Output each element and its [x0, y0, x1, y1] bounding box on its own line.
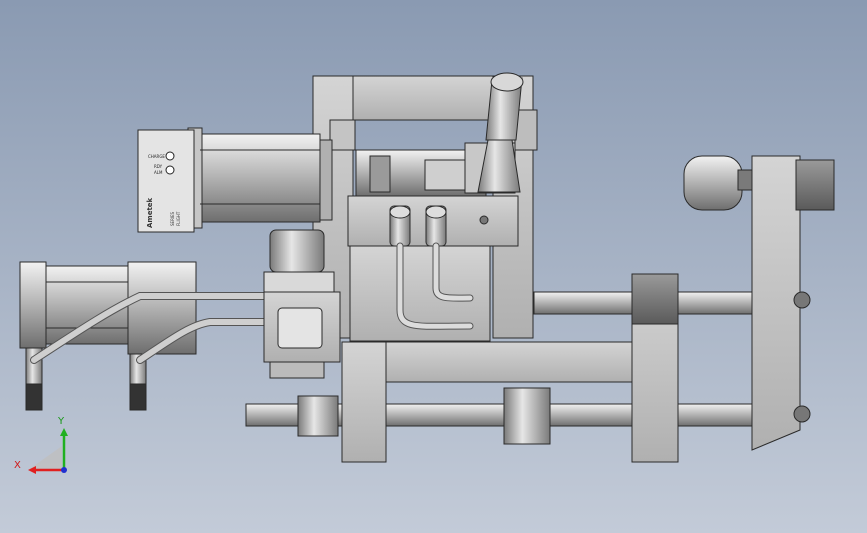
counterweight[interactable] [683, 155, 761, 211]
motor-label-series2: FLIGHT [176, 211, 181, 226]
motor-label-alm: ALM [154, 170, 163, 175]
motor-label-charge: CHARGE [148, 154, 165, 159]
motor-label-series1: SERIES [170, 211, 175, 226]
assembly-model[interactable]: CHARGE RDY ALM Ametek SERIES FLIGHT X Y [0, 0, 867, 533]
shaft-collar[interactable] [297, 395, 339, 437]
axis-triad: X Y [14, 416, 68, 474]
servo-motor[interactable] [187, 127, 333, 229]
knurled-nut[interactable] [503, 387, 551, 445]
x-axis-label: X [14, 460, 21, 471]
y-axis-label: Y [57, 416, 65, 427]
carriage-right[interactable] [631, 273, 679, 463]
charge-indicator-icon [165, 151, 175, 161]
carriage-left[interactable] [341, 341, 637, 463]
motor-encoder-box[interactable]: CHARGE RDY ALM Ametek SERIES FLIGHT [137, 129, 195, 233]
motor-label-brand: Ametek [146, 197, 154, 228]
alarm-indicator-icon [165, 165, 175, 175]
z-axis-dot-icon [61, 467, 67, 473]
cad-viewport[interactable]: CHARGE RDY ALM Ametek SERIES FLIGHT X Y [0, 0, 867, 533]
y-axis-arrowhead-icon [60, 428, 68, 436]
motor-label-rdy: RDY [154, 164, 163, 169]
swing-arm[interactable] [751, 155, 835, 451]
